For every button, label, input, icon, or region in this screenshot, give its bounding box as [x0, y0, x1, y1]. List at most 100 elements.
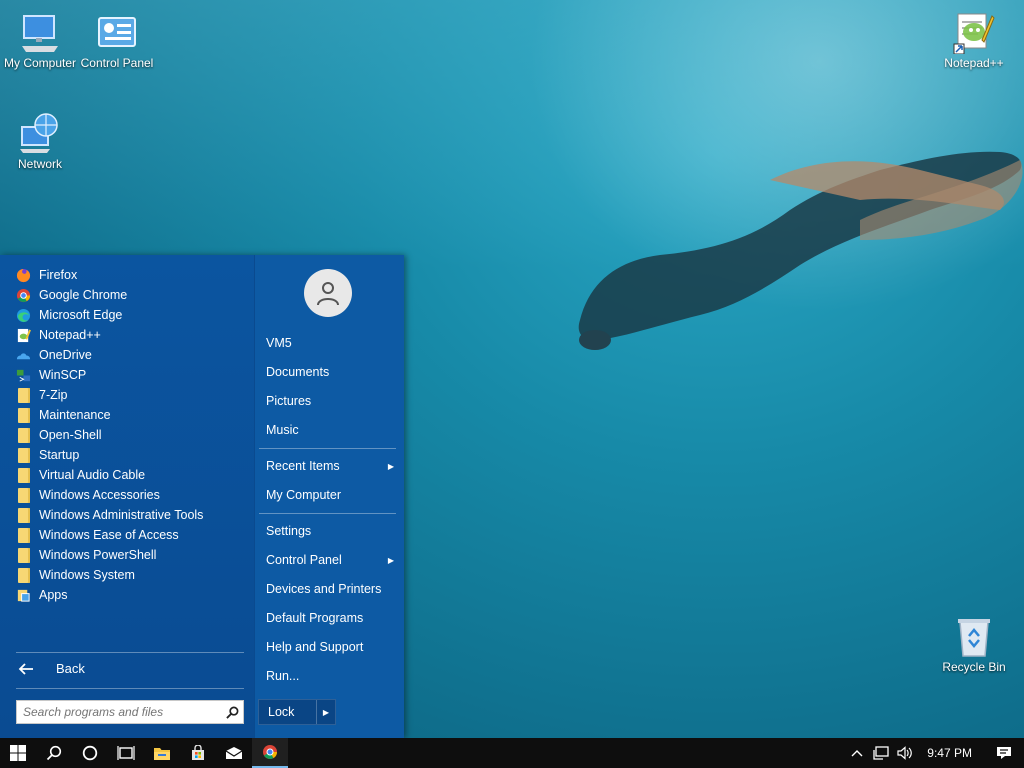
desktop-icon-label: My Computer: [3, 56, 77, 70]
recycle-bin-icon: [958, 619, 990, 657]
taskbar: 9:47 PM: [0, 738, 1024, 768]
submenu-arrow-icon: ▶: [387, 555, 394, 565]
places-label: Recent Items: [266, 459, 340, 473]
desktop-icon-network[interactable]: Network: [0, 103, 80, 171]
places-item-user-folder[interactable]: VM5: [266, 332, 398, 354]
chrome-icon: [263, 745, 277, 759]
program-item-virtual-audio-cable[interactable]: Virtual Audio Cable: [16, 465, 246, 485]
program-item-onedrive[interactable]: OneDrive: [16, 345, 246, 365]
program-item-microsoft-edge[interactable]: Microsoft Edge: [16, 305, 246, 325]
network-status-button[interactable]: [869, 738, 893, 768]
mail-button[interactable]: [216, 738, 252, 768]
lock-options-arrow-icon[interactable]: ▶: [316, 700, 335, 724]
program-item-maintenance[interactable]: Maintenance: [16, 405, 246, 425]
program-label: Windows Ease of Access: [39, 528, 179, 542]
places-label: Control Panel: [266, 553, 342, 567]
places-label: Pictures: [266, 394, 312, 408]
program-label: Open-Shell: [39, 428, 102, 442]
program-item-apps[interactable]: Apps: [16, 585, 246, 605]
program-item-windows-ease-of-access[interactable]: Windows Ease of Access: [16, 525, 246, 545]
chrome-taskbar-button[interactable]: [252, 738, 288, 768]
chrome-icon: [16, 288, 31, 303]
places-label: Run...: [266, 669, 300, 683]
search-icon[interactable]: [221, 701, 243, 723]
desktop-icon-control-panel[interactable]: Control Panel: [77, 2, 157, 70]
arrow-left-icon: [18, 662, 33, 675]
program-item-google-chrome[interactable]: Google Chrome: [16, 285, 246, 305]
places-item-documents[interactable]: Documents: [266, 361, 398, 383]
places-item-music[interactable]: Music: [266, 419, 398, 441]
folder-icon: [16, 467, 31, 483]
program-item-windows-system[interactable]: Windows System: [16, 565, 246, 585]
program-item-open-shell[interactable]: Open-Shell: [16, 425, 246, 445]
places-item-help-and-support[interactable]: Help and Support: [266, 636, 398, 658]
program-label: Windows PowerShell: [39, 548, 157, 562]
program-item-windows-powershell[interactable]: Windows PowerShell: [16, 545, 246, 565]
folder-icon: [16, 387, 31, 403]
places-label: Settings: [266, 524, 312, 538]
program-item-winscp[interactable]: WinSCP: [16, 365, 246, 385]
program-item-startup[interactable]: Startup: [16, 445, 246, 465]
folder-icon: [16, 527, 31, 543]
program-label: OneDrive: [39, 348, 92, 362]
user-avatar[interactable]: [304, 269, 352, 317]
folder-icon: [16, 407, 31, 423]
taskbar-search-button[interactable]: [36, 738, 72, 768]
volume-button[interactable]: [893, 738, 917, 768]
places-item-my-computer[interactable]: My Computer: [266, 484, 398, 506]
program-item-windows-administrative-tools[interactable]: Windows Administrative Tools: [16, 505, 246, 525]
folder-icon: [16, 507, 31, 523]
microsoft-store-button[interactable]: [180, 738, 216, 768]
places-item-control-panel[interactable]: Control Panel ▶: [266, 549, 398, 571]
back-label: Back: [56, 661, 85, 676]
lock-button[interactable]: Lock ▶: [258, 699, 336, 725]
firefox-icon: [16, 268, 31, 283]
places-item-pictures[interactable]: Pictures: [266, 390, 398, 412]
network-wired-icon: [873, 746, 889, 760]
show-hidden-icons-button[interactable]: [845, 738, 869, 768]
start-button[interactable]: [0, 738, 36, 768]
desktop-icon-my-computer[interactable]: My Computer: [0, 2, 80, 70]
program-item-windows-accessories[interactable]: Windows Accessories: [16, 485, 246, 505]
search-input[interactable]: [17, 704, 221, 720]
clock[interactable]: 9:47 PM: [917, 746, 988, 760]
places-item-default-programs[interactable]: Default Programs: [266, 607, 398, 629]
program-item-7-zip[interactable]: 7-Zip: [16, 385, 246, 405]
user-icon: [317, 282, 339, 306]
task-view-icon: [117, 746, 135, 760]
folder-icon: [16, 447, 31, 463]
program-label: Notepad++: [39, 328, 101, 342]
places-item-run[interactable]: Run...: [266, 665, 398, 687]
wallpaper-diver: [578, 151, 1023, 350]
places-item-recent-items[interactable]: Recent Items ▶: [266, 455, 398, 477]
places-divider: [259, 513, 396, 514]
desktop-icon-recycle-bin[interactable]: Recycle Bin: [934, 606, 1014, 674]
places-label: Music: [266, 423, 299, 437]
program-item-notepad-plus-plus[interactable]: Notepad++: [16, 325, 246, 345]
program-label: Windows Administrative Tools: [39, 508, 204, 522]
places-label: Default Programs: [266, 611, 364, 625]
program-label: 7-Zip: [39, 388, 68, 402]
action-center-button[interactable]: [988, 738, 1020, 768]
places-item-settings[interactable]: Settings: [266, 520, 398, 542]
task-view-button[interactable]: [108, 738, 144, 768]
program-item-firefox[interactable]: Firefox: [16, 265, 246, 285]
places-divider: [259, 448, 396, 449]
places-item-devices-and-printers[interactable]: Devices and Printers: [266, 578, 398, 600]
search-icon: [46, 745, 62, 761]
search-box[interactable]: [16, 700, 244, 724]
folder-icon: [16, 487, 31, 503]
file-explorer-button[interactable]: [144, 738, 180, 768]
cortana-button[interactable]: [72, 738, 108, 768]
onedrive-icon: [16, 348, 31, 363]
back-button[interactable]: Back: [18, 661, 85, 676]
desktop-icon-notepad-plus-plus[interactable]: Notepad++: [934, 2, 1014, 70]
desktop-icon-label: Control Panel: [80, 56, 154, 70]
program-label: Google Chrome: [39, 288, 128, 302]
folder-icon: [16, 547, 31, 563]
apps-icon: [16, 588, 31, 603]
desktop-icon-label: Notepad++: [944, 56, 1004, 70]
network-icon: [20, 113, 58, 153]
program-label: Maintenance: [39, 408, 111, 422]
notification-icon: [997, 747, 1011, 759]
